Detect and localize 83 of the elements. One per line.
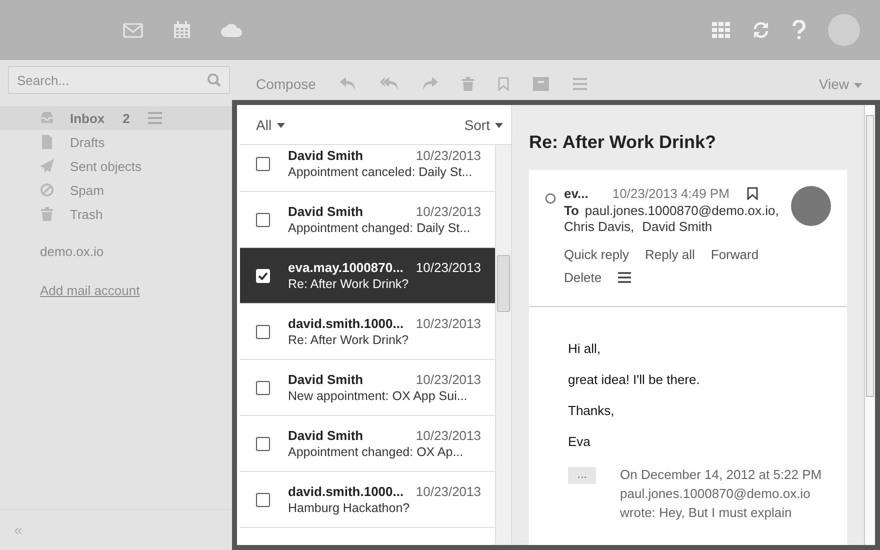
sender-avatar — [791, 186, 831, 226]
mail-list-item[interactable]: David Smith 10/23/2013 Appointment canceled: Daily St... — [240, 145, 495, 192]
action-link[interactable]: Reply all — [645, 247, 695, 262]
action-link[interactable]: Delete — [564, 270, 602, 285]
folder-label: Drafts — [70, 134, 105, 150]
trash-icon[interactable] — [462, 77, 474, 91]
calendar-icon[interactable] — [173, 21, 191, 39]
menu-icon[interactable] — [618, 272, 631, 283]
account-name: demo.ox.io — [40, 244, 105, 259]
mail-subject: Hamburg Hackathon? — [288, 501, 411, 515]
message-paragraph: Eva — [568, 434, 592, 449]
mail-date: 10/23/2013 — [416, 260, 481, 275]
mail-subject: Appointment changed: Daily St... — [288, 221, 472, 235]
checkbox[interactable] — [256, 156, 270, 170]
folder-label: Inbox — [70, 110, 105, 126]
mail-subject: Re: After Work Drink? — [288, 333, 410, 347]
sender-name: David Smith — [288, 204, 364, 219]
caret-icon — [495, 123, 503, 128]
checkbox[interactable] — [256, 212, 270, 226]
mail-date: 10/23/2013 — [416, 148, 481, 163]
filter-dropdown[interactable]: All — [256, 116, 285, 132]
prohibited-icon — [40, 183, 54, 197]
search-field[interactable]: Search... — [8, 66, 230, 94]
mail-date: 10/23/2013 — [416, 484, 481, 499]
quoted-text: On December 14, 2012 at 5:22 PM paul.jones.1000870@demo.ox.io wrote: Hey, But I must explain — [620, 466, 823, 522]
archive-icon[interactable] — [532, 77, 549, 91]
mail-subject: Appointment canceled: Daily St... — [288, 165, 474, 179]
help-icon[interactable] — [792, 20, 806, 40]
scrollbar[interactable] — [864, 105, 875, 545]
message-paragraph: great idea! I'll be there. — [568, 372, 701, 387]
sender-name: David Smith — [288, 372, 364, 387]
message-paragraph: Hi all, — [568, 341, 602, 356]
message-subject: Re: After Work Drink? — [529, 132, 718, 153]
sender-name: eva.may.1000870... — [288, 260, 404, 275]
cloud-icon[interactable] — [221, 23, 243, 37]
mail-date: 10/23/2013 — [416, 316, 481, 331]
mail-date: 10/23/2013 — [416, 428, 481, 443]
mail-date: 10/23/2013 — [416, 372, 481, 387]
sender-name: David Smith — [288, 428, 364, 443]
grid-icon[interactable] — [712, 22, 730, 38]
sender-name: David Smith — [288, 148, 364, 163]
checkbox[interactable] — [256, 492, 270, 506]
recipient[interactable]: paul.jones.1000870@demo.ox.io, — [584, 203, 779, 219]
message-sender[interactable]: ev... — [564, 186, 588, 201]
trash-icon — [40, 207, 54, 221]
mail-list-item[interactable]: eva.may.1000870... 10/23/2013 Re: After Work Drink? — [240, 248, 495, 304]
circle-icon[interactable] — [545, 193, 556, 204]
inbox-icon — [40, 111, 54, 125]
show-quote-button[interactable]: ... — [568, 467, 596, 484]
reply-icon[interactable] — [340, 77, 356, 91]
action-link[interactable]: Forward — [710, 247, 759, 262]
mail-date: 10/23/2013 — [416, 204, 481, 219]
search-icon[interactable] — [207, 73, 221, 87]
forward-icon[interactable] — [422, 77, 438, 91]
caret-icon — [276, 123, 285, 128]
mail-subject: Re: After Work Drink? — [288, 277, 410, 291]
checkbox[interactable] — [256, 324, 270, 338]
unread-count: 2 — [122, 110, 130, 126]
recipient[interactable]: David Smith — [642, 219, 712, 235]
folder-label: Spam — [70, 182, 104, 198]
refresh-icon[interactable] — [752, 21, 770, 39]
sort-dropdown[interactable]: Sort — [464, 116, 503, 132]
to-label: To — [564, 203, 579, 219]
recipient[interactable]: Chris Davis, — [564, 219, 634, 235]
scrollbar[interactable] — [495, 145, 511, 545]
paper-plane-icon — [40, 159, 54, 173]
bookmark-icon[interactable] — [747, 187, 758, 200]
folder-label: Trash — [70, 206, 103, 222]
document-icon — [40, 135, 54, 149]
action-link[interactable]: Quick reply — [564, 247, 630, 262]
reply-all-icon[interactable] — [380, 77, 398, 91]
checkbox[interactable] — [256, 436, 270, 450]
mail-subject: Appointment changed: OX Ap... — [288, 445, 464, 459]
sender-name: david.smith.1000... — [288, 484, 404, 499]
caret-icon — [854, 82, 862, 88]
message-date: 10/23/2013 4:49 PM — [612, 186, 730, 201]
mail-icon[interactable] — [123, 22, 143, 38]
message-paragraph: Thanks, — [568, 403, 616, 418]
checkbox[interactable] — [256, 380, 270, 394]
mail-subject: New appointment: OX App Sui... — [288, 389, 468, 403]
sender-name: david.smith.1000... — [288, 316, 404, 331]
user-avatar[interactable] — [828, 14, 860, 46]
folder-label: Sent objects — [70, 158, 142, 174]
